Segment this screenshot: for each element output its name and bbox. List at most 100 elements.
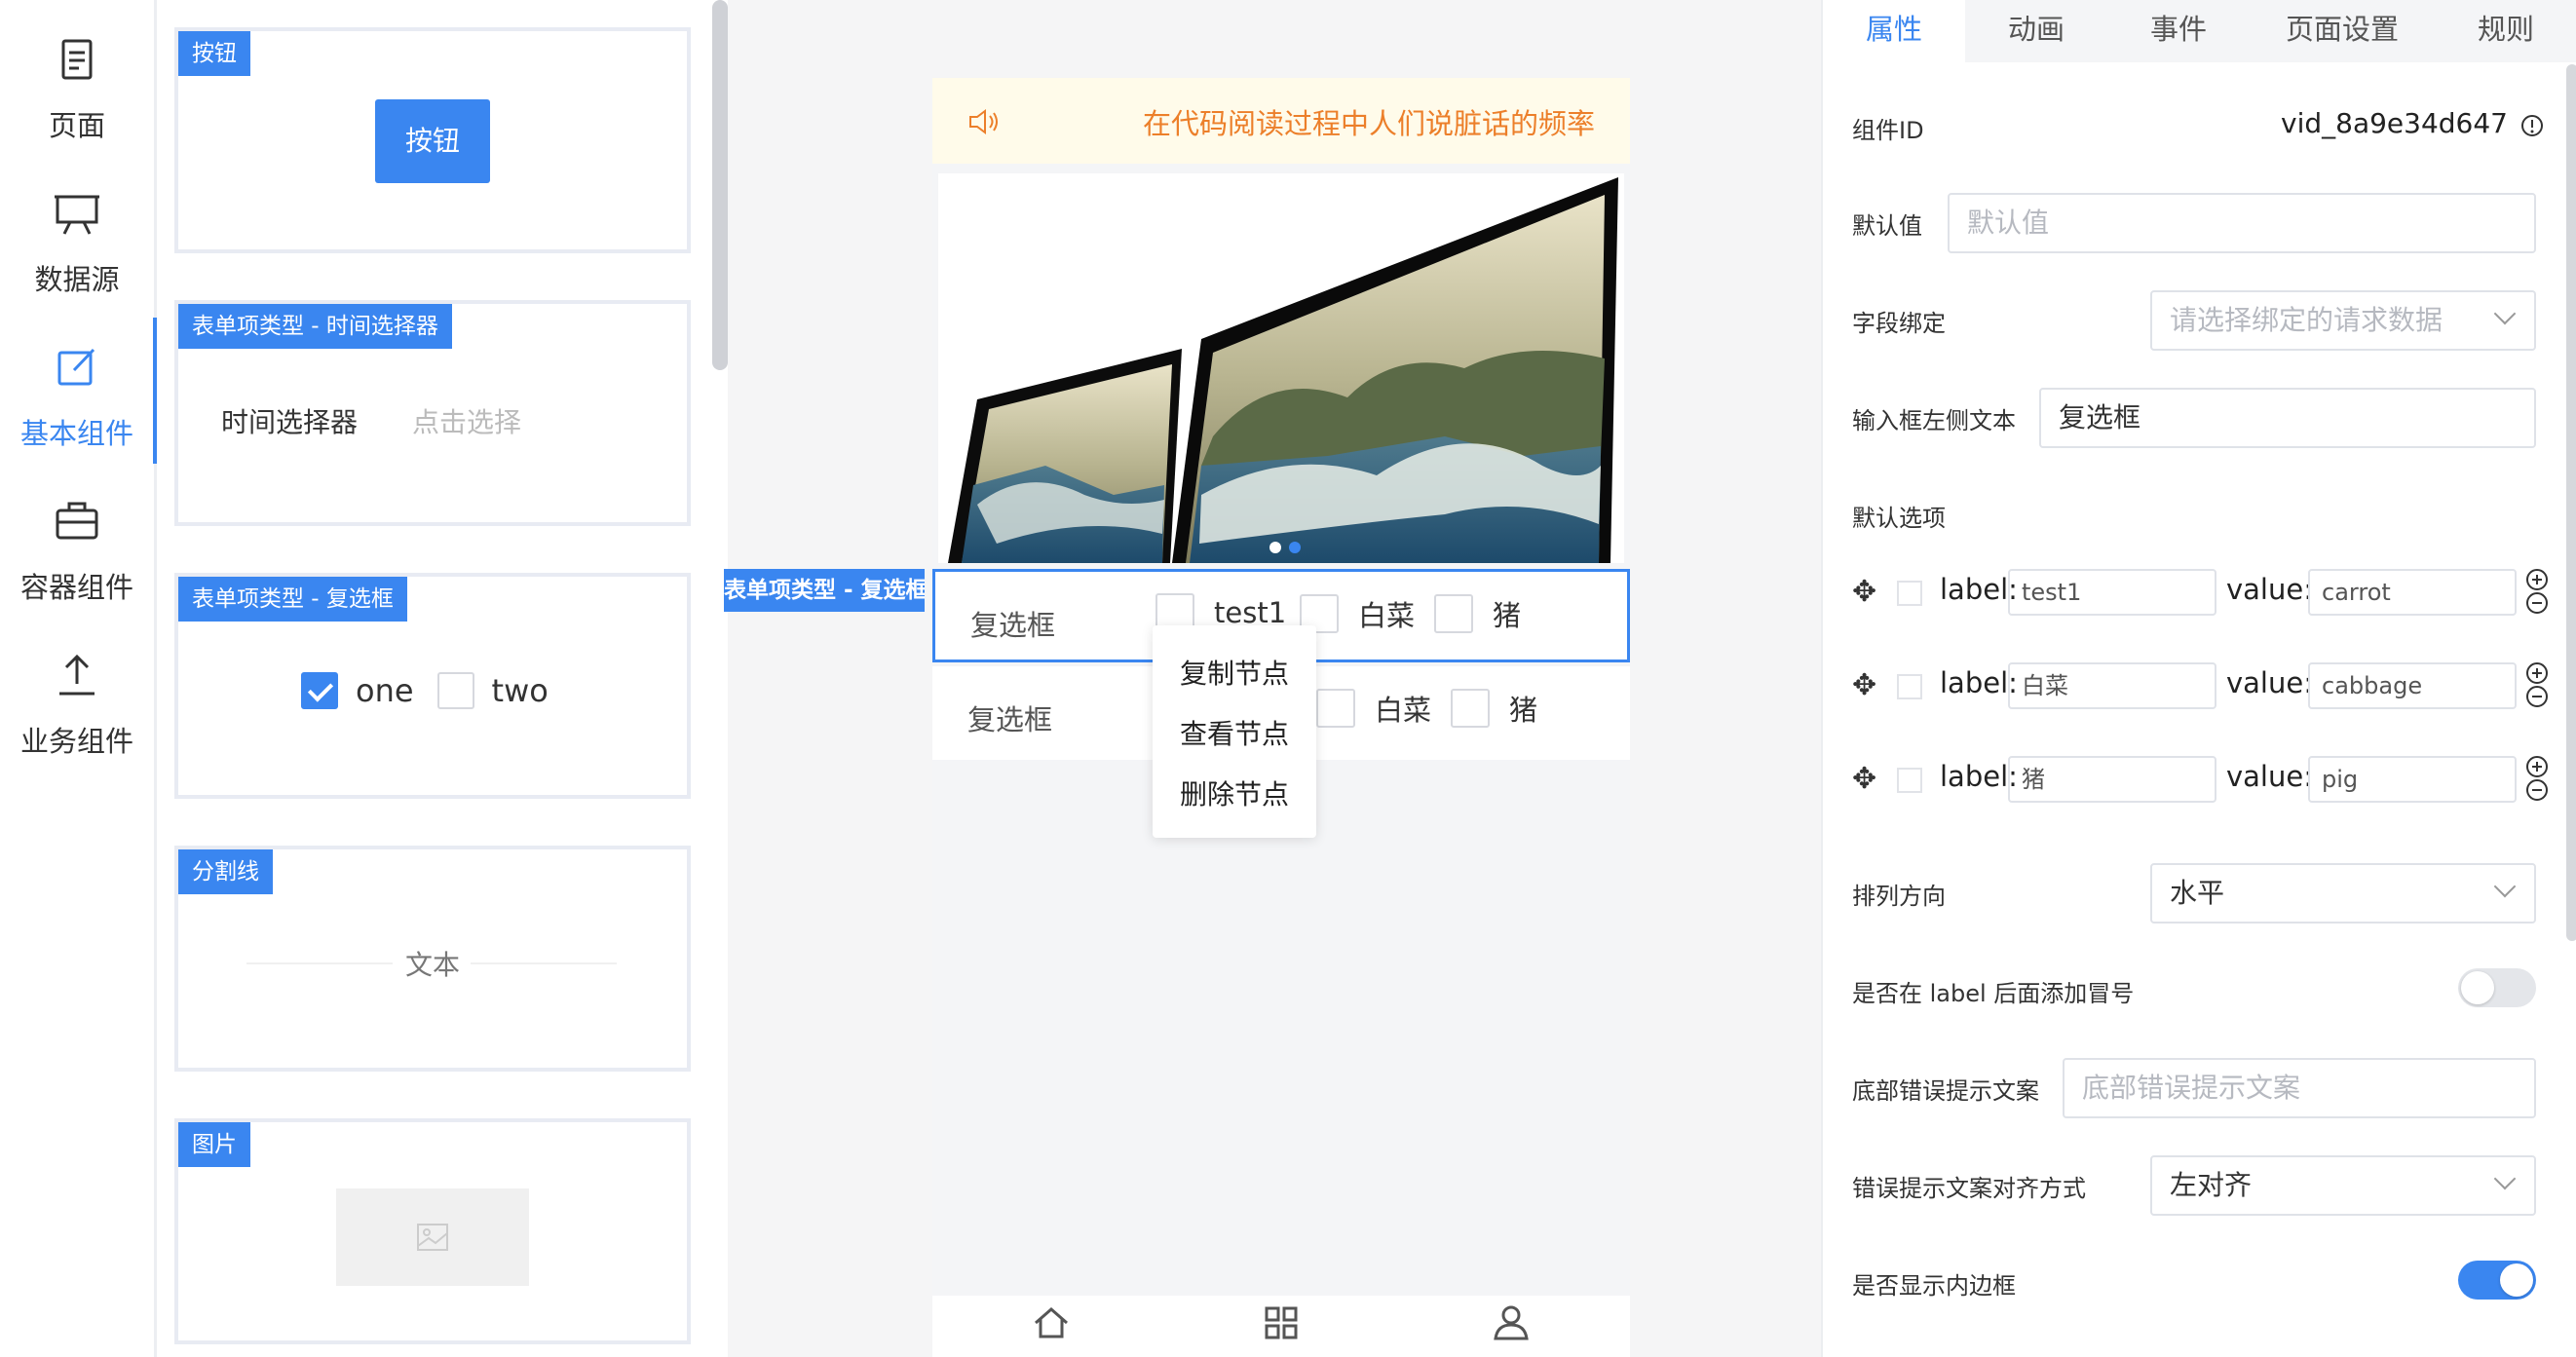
tab-page-settings[interactable]: 页面设置 — [2250, 0, 2435, 62]
home-icon[interactable] — [1030, 1301, 1073, 1344]
info-icon[interactable] — [2519, 113, 2545, 138]
document-icon — [61, 39, 93, 80]
option-label: 猪 — [1493, 599, 1522, 632]
label-key: label: — [1940, 760, 2018, 793]
remove-option-icon[interactable] — [2526, 686, 2548, 707]
drag-move-icon[interactable]: ✥ — [1852, 575, 1876, 609]
card-tag: 图片 — [178, 1122, 250, 1167]
drag-move-icon[interactable]: ✥ — [1852, 668, 1876, 702]
option-default-checkbox[interactable] — [1897, 581, 1922, 606]
value-key: value: — [2226, 760, 2313, 793]
option-cabbage[interactable]: 白菜 — [1316, 688, 1431, 729]
banner-dot[interactable] — [1269, 542, 1281, 553]
error-text-label: 底部错误提示文案 — [1852, 1077, 2039, 1105]
menu-item-view-node[interactable]: 查看节点 — [1153, 713, 1316, 752]
checkbox[interactable] — [1451, 689, 1490, 728]
briefcase-icon — [56, 502, 98, 540]
remove-option-icon[interactable] — [2526, 779, 2548, 801]
selected-component-tag: 表单项类型 - 复选框 — [724, 569, 925, 612]
palette-card-image[interactable]: 图片 — [174, 1118, 691, 1344]
option-default-checkbox[interactable] — [1897, 768, 1922, 793]
colon-toggle[interactable] — [2458, 968, 2536, 1007]
laptop-image — [948, 177, 1618, 563]
upload-icon — [59, 654, 95, 696]
component-id-label: 组件ID — [1852, 117, 1924, 144]
nav-item-container-components[interactable]: 容器组件 — [0, 471, 154, 618]
demo-checkbox-group: one two — [301, 670, 572, 711]
error-align-select[interactable]: 左对齐 — [2150, 1155, 2536, 1216]
option-value-input[interactable]: carrot — [2308, 569, 2517, 616]
nav-item-label: 数据源 — [34, 263, 120, 296]
nav-item-page[interactable]: 页面 — [0, 10, 154, 156]
option-value-input[interactable]: cabbage — [2308, 662, 2517, 709]
option-row: ✥ label: 猪 value: pig — [1852, 756, 2573, 803]
inner-border-toggle[interactable] — [2458, 1261, 2536, 1300]
component-id-value: vid_8a9e34d647 — [2281, 107, 2508, 139]
tab-properties[interactable]: 属性 — [1823, 0, 1965, 62]
binding-select-placeholder: 请选择绑定的请求数据 — [2170, 304, 2443, 336]
option-label: 白菜 — [1358, 599, 1416, 632]
checkbox-label: one — [356, 672, 414, 709]
option-default-checkbox[interactable] — [1897, 674, 1922, 699]
tab-animation[interactable]: 动画 — [1965, 0, 2107, 62]
time-picker-label: 时间选择器 — [221, 406, 359, 438]
palette-card-checkbox[interactable]: 表单项类型 - 复选框 one two — [174, 573, 691, 799]
toggle-knob — [2500, 1263, 2533, 1297]
error-text-input[interactable]: 底部错误提示文案 — [2063, 1058, 2536, 1118]
property-panel: 属性 动画 事件 页面设置 规则 组件ID vid_8a9e34d647 默认值… — [1821, 0, 2576, 1357]
direction-label: 排列方向 — [1852, 883, 1946, 910]
user-icon[interactable] — [1490, 1301, 1533, 1344]
add-option-icon[interactable] — [2526, 569, 2548, 590]
option-value-input[interactable]: pig — [2308, 756, 2517, 803]
demo-button: 按钮 — [375, 99, 490, 183]
tab-events[interactable]: 事件 — [2107, 0, 2250, 62]
left-text-input[interactable]: 复选框 — [2039, 388, 2536, 448]
option-label-input[interactable]: 猪 — [2008, 756, 2216, 803]
direction-select[interactable]: 水平 — [2150, 863, 2536, 924]
add-option-icon[interactable] — [2526, 662, 2548, 684]
speaker-icon — [969, 109, 998, 134]
grid-icon[interactable] — [1260, 1301, 1303, 1344]
bottom-tabbar — [932, 1296, 1630, 1357]
panel-scrollbar[interactable] — [2566, 64, 2576, 941]
option-pig[interactable]: 猪 — [1434, 593, 1521, 634]
option-cabbage[interactable]: 白菜 — [1300, 593, 1415, 634]
palette-card-divider[interactable]: 分割线 文本 — [174, 846, 691, 1072]
notice-text: 在代码阅读过程中人们说脏话的频率 — [1142, 107, 1595, 140]
checkbox-unchecked — [436, 672, 474, 709]
nav-item-business-components[interactable]: 业务组件 — [0, 625, 154, 772]
toggle-knob — [2461, 971, 2494, 1004]
palette-card-time-picker[interactable]: 表单项类型 - 时间选择器 时间选择器 点击选择 — [174, 300, 691, 526]
nav-item-datasource[interactable]: 数据源 — [0, 164, 154, 310]
tab-rules[interactable]: 规则 — [2435, 0, 2576, 62]
binding-select[interactable]: 请选择绑定的请求数据 — [2150, 290, 2536, 351]
checkbox-label: two — [491, 672, 549, 709]
palette-card-button[interactable]: 按钮 按钮 — [174, 27, 691, 253]
nav-item-basic-components[interactable]: 基本组件 — [0, 318, 157, 464]
swiper-banner[interactable] — [938, 173, 1624, 563]
menu-item-copy-node[interactable]: 复制节点 — [1153, 653, 1316, 692]
remove-option-icon[interactable] — [2526, 592, 2548, 614]
palette-scrollbar[interactable] — [712, 0, 728, 370]
option-label-input[interactable]: 白菜 — [2008, 662, 2216, 709]
option-row: ✥ label: test1 value: carrot — [1852, 569, 2573, 616]
add-option-icon[interactable] — [2526, 756, 2548, 777]
edit-icon — [57, 348, 95, 386]
menu-item-delete-node[interactable]: 删除节点 — [1153, 773, 1316, 812]
divider-text: 文本 — [404, 949, 460, 981]
inner-border-label: 是否显示内边框 — [1852, 1272, 2016, 1300]
checkbox[interactable] — [1434, 594, 1473, 633]
checkbox[interactable] — [1316, 689, 1355, 728]
presentation-icon — [55, 195, 99, 235]
panel-tabs: 属性 动画 事件 页面设置 规则 — [1823, 0, 2576, 62]
banner-dot-active[interactable] — [1289, 542, 1301, 553]
nav-item-label: 业务组件 — [19, 725, 133, 758]
label-key: label: — [1940, 573, 2018, 606]
left-nav: 页面 数据源 基本组件 容器组件 业务组件 — [0, 0, 157, 1357]
option-pig[interactable]: 猪 — [1451, 688, 1537, 729]
option-label-input[interactable]: test1 — [2008, 569, 2216, 616]
default-options-label: 默认选项 — [1852, 505, 1946, 532]
notice-bar[interactable]: 在代码阅读过程中人们说脏话的频率 — [932, 78, 1630, 164]
drag-move-icon[interactable]: ✥ — [1852, 762, 1876, 796]
default-value-input[interactable]: 默认值 — [1948, 193, 2536, 253]
